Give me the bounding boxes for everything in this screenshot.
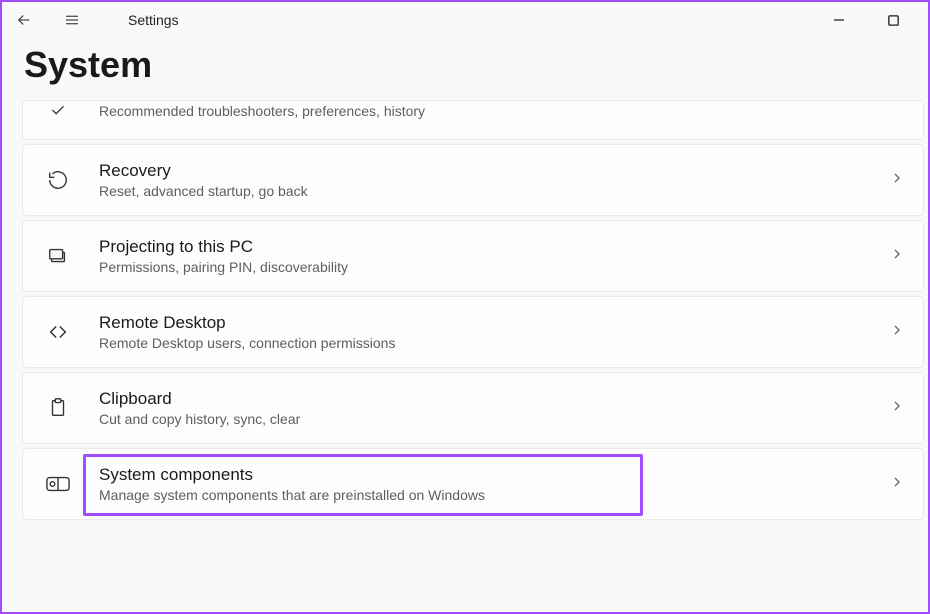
row-troubleshoot[interactable]: Recommended troubleshooters, preferences… bbox=[22, 100, 924, 140]
minimize-button[interactable] bbox=[827, 8, 851, 32]
row-subtitle: Remote Desktop users, connection permiss… bbox=[99, 335, 877, 351]
troubleshoot-icon bbox=[45, 100, 71, 123]
clipboard-icon bbox=[45, 395, 71, 421]
row-title: Remote Desktop bbox=[99, 313, 877, 333]
row-subtitle: Permissions, pairing PIN, discoverabilit… bbox=[99, 259, 877, 275]
remote-desktop-icon bbox=[45, 319, 71, 345]
chevron-right-icon bbox=[889, 246, 905, 267]
chevron-right-icon bbox=[889, 474, 905, 495]
settings-list: Recommended troubleshooters, preferences… bbox=[2, 100, 928, 612]
row-title: Recovery bbox=[99, 161, 877, 181]
row-title: Clipboard bbox=[99, 389, 877, 409]
row-system-components[interactable]: System components Manage system componen… bbox=[22, 448, 924, 520]
row-recovery[interactable]: Recovery Reset, advanced startup, go bac… bbox=[22, 144, 924, 216]
system-components-icon bbox=[45, 471, 71, 497]
titlebar: Settings bbox=[2, 2, 928, 38]
settings-window: Settings System Recommended troubleshoot… bbox=[0, 0, 930, 614]
menu-button[interactable] bbox=[58, 6, 86, 34]
back-button[interactable] bbox=[10, 6, 38, 34]
chevron-right-icon bbox=[889, 322, 905, 343]
page-title: System bbox=[2, 38, 928, 100]
row-title: System components bbox=[99, 465, 877, 485]
row-projecting[interactable]: Projecting to this PC Permissions, pairi… bbox=[22, 220, 924, 292]
row-subtitle: Reset, advanced startup, go back bbox=[99, 183, 877, 199]
row-subtitle: Manage system components that are preins… bbox=[99, 487, 877, 503]
row-subtitle: Recommended troubleshooters, preferences… bbox=[99, 103, 905, 119]
chevron-right-icon bbox=[889, 170, 905, 191]
app-title: Settings bbox=[128, 12, 179, 28]
recovery-icon bbox=[45, 167, 71, 193]
maximize-button[interactable] bbox=[881, 8, 905, 32]
row-title: Projecting to this PC bbox=[99, 237, 877, 257]
row-subtitle: Cut and copy history, sync, clear bbox=[99, 411, 877, 427]
row-clipboard[interactable]: Clipboard Cut and copy history, sync, cl… bbox=[22, 372, 924, 444]
chevron-right-icon bbox=[889, 398, 905, 419]
row-remote-desktop[interactable]: Remote Desktop Remote Desktop users, con… bbox=[22, 296, 924, 368]
projecting-icon bbox=[45, 243, 71, 269]
